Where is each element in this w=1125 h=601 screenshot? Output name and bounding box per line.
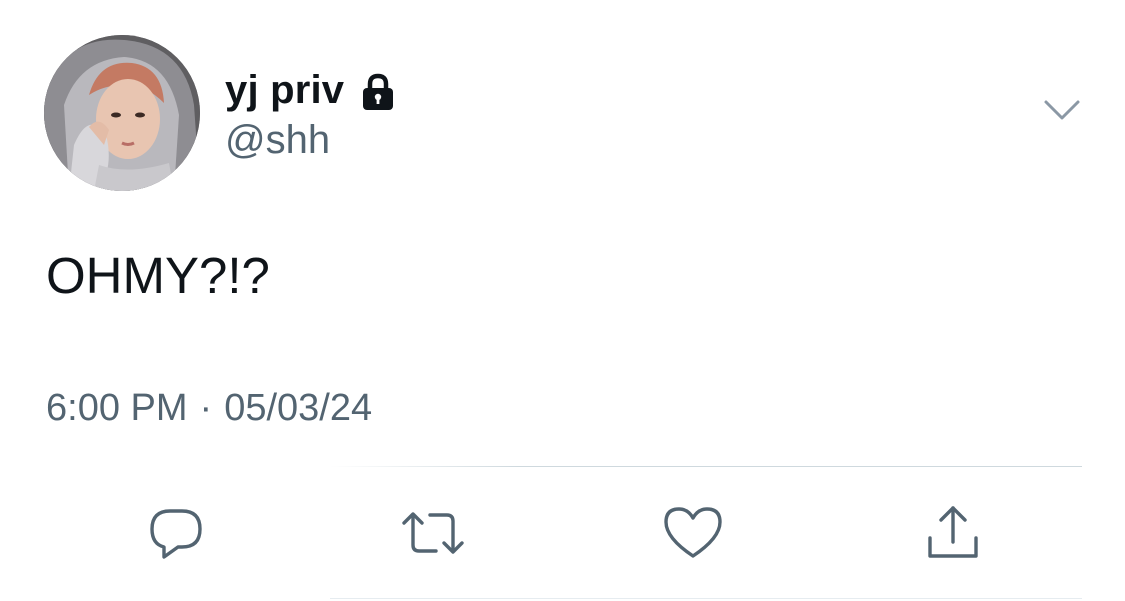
reply-button[interactable]	[143, 500, 209, 566]
like-button[interactable]	[660, 500, 726, 566]
retweet-button[interactable]	[400, 500, 466, 566]
share-icon	[928, 506, 978, 558]
action-bar	[0, 500, 1125, 570]
user-handle[interactable]: @shh	[225, 116, 330, 164]
retweet-icon	[402, 512, 464, 554]
bottom-divider	[330, 598, 1082, 599]
lock-icon	[358, 72, 398, 112]
display-name-row: yj priv	[225, 66, 398, 114]
tweet-time: 6:00 PM	[46, 387, 188, 429]
heart-icon	[664, 507, 722, 558]
share-button[interactable]	[920, 500, 986, 566]
reply-icon	[150, 509, 202, 559]
chevron-down-icon[interactable]	[1043, 98, 1081, 124]
display-name[interactable]: yj priv	[225, 66, 344, 114]
tweet-card: yj priv @shh OHMY?!? 6:00 PM · 05/03/24	[0, 0, 1125, 601]
avatar-image	[44, 35, 200, 191]
tweet-date: 05/03/24	[224, 387, 373, 429]
divider	[330, 466, 1082, 467]
avatar[interactable]	[44, 35, 200, 191]
tweet-timestamp[interactable]: 6:00 PM · 05/03/24	[46, 384, 372, 432]
timestamp-separator: ·	[199, 387, 213, 429]
tweet-text: OHMY?!?	[46, 247, 270, 304]
